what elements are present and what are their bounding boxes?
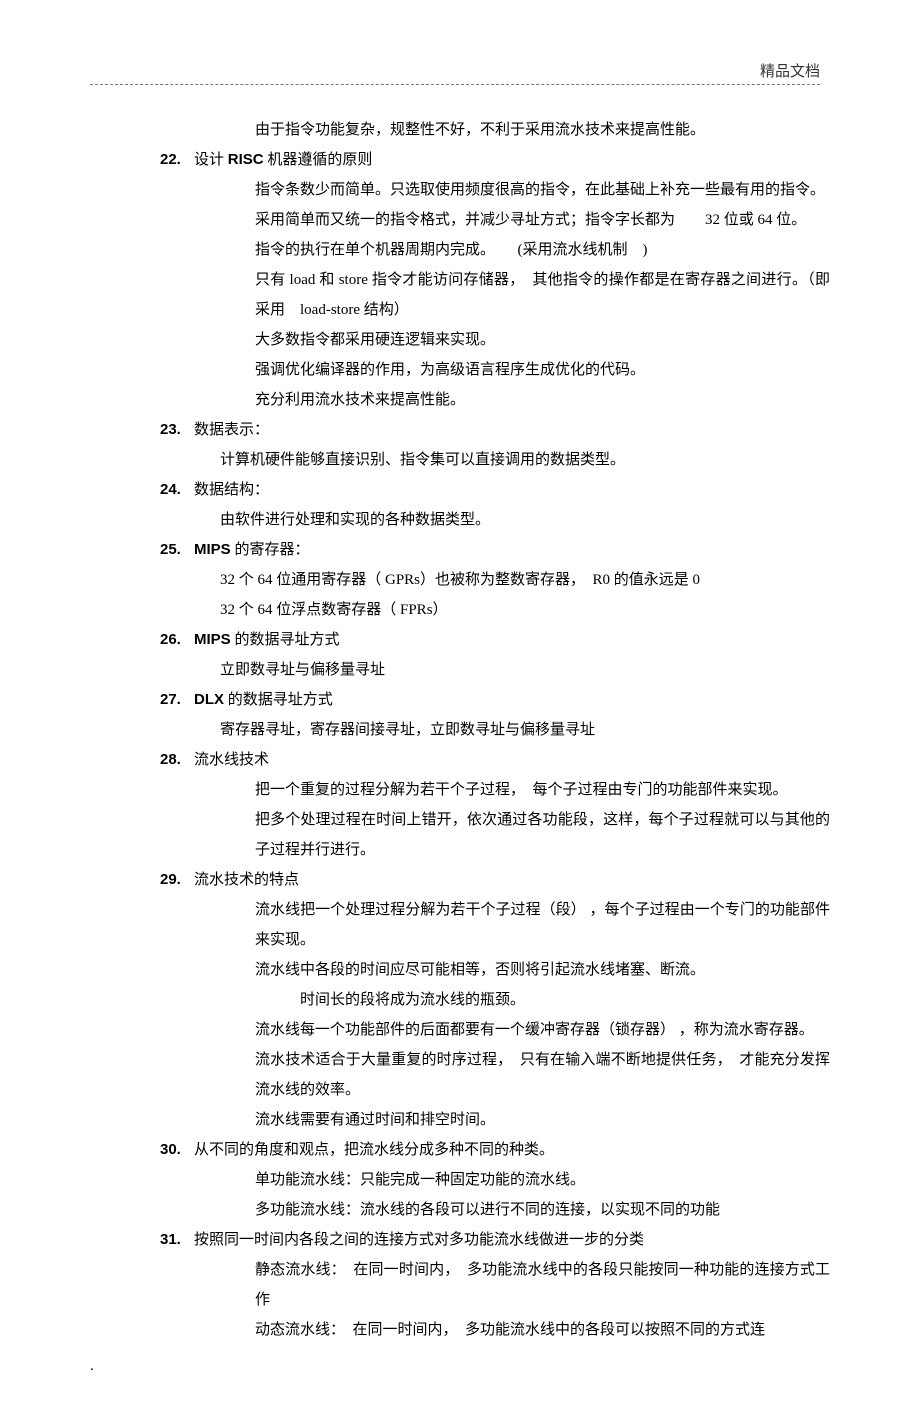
- item-title: 数据表示：: [194, 415, 830, 445]
- item-title: 数据结构：: [194, 475, 830, 505]
- item-22-heading: 22. 设计 RISC 机器遵循的原则: [90, 145, 830, 175]
- item-body-line: 多功能流水线：流水线的各段可以进行不同的连接，以实现不同的功能: [255, 1195, 830, 1225]
- header-divider: [90, 84, 820, 85]
- item-title: 流水线技术: [194, 745, 830, 775]
- item-number: 25.: [160, 535, 190, 565]
- item-body-line: 指令的执行在单个机器周期内完成。 (采用流水线机制 ): [255, 235, 830, 265]
- item-body-line: 静态流水线： 在同一时间内， 多功能流水线中的各段只能按同一种功能的连接方式工作: [255, 1255, 830, 1315]
- item-body-line: 立即数寻址与偏移量寻址: [220, 655, 830, 685]
- item-number: 28.: [160, 745, 190, 775]
- item-number: 26.: [160, 625, 190, 655]
- item-number: 30.: [160, 1135, 190, 1165]
- item-body-line: 流水线需要有通过时间和排空时间。: [255, 1105, 830, 1135]
- item-24-heading: 24. 数据结构：: [90, 475, 830, 505]
- item-body-line: 充分利用流水技术来提高性能。: [255, 385, 830, 415]
- item-title: 按照同一时间内各段之间的连接方式对多功能流水线做进一步的分类: [194, 1225, 830, 1255]
- pre-text-line: 由于指令功能复杂，规整性不好，不利于采用流水技术来提高性能。: [255, 115, 830, 145]
- item-number: 24.: [160, 475, 190, 505]
- item-body-line: 流水线每一个功能部件的后面都要有一个缓冲寄存器（锁存器） ，称为流水寄存器。: [255, 1015, 830, 1045]
- item-body-line: 把一个重复的过程分解为若干个子过程， 每个子过程由专门的功能部件来实现。: [255, 775, 830, 805]
- title-bold: MIPS: [194, 631, 231, 648]
- item-31-heading: 31. 按照同一时间内各段之间的连接方式对多功能流水线做进一步的分类: [90, 1225, 830, 1255]
- item-body-line: 单功能流水线：只能完成一种固定功能的流水线。: [255, 1165, 830, 1195]
- title-post: 的数据寻址方式: [231, 632, 340, 648]
- item-number: 27.: [160, 685, 190, 715]
- item-body-line: 32 个 64 位通用寄存器（ GPRs）也被称为整数寄存器， R0 的值永远是…: [220, 565, 830, 595]
- item-23-heading: 23. 数据表示：: [90, 415, 830, 445]
- item-26-heading: 26. MIPS 的数据寻址方式: [90, 625, 830, 655]
- item-body-line: 只有 load 和 store 指令才能访问存储器， 其他指令的操作都是在寄存器…: [255, 265, 830, 325]
- item-body-line: 32 个 64 位浮点数寄存器（ FPRs）: [220, 595, 830, 625]
- footer-dot: .: [90, 1358, 94, 1375]
- item-body-line: 强调优化编译器的作用，为高级语言程序生成优化的代码。: [255, 355, 830, 385]
- title-pre: 设计: [194, 152, 228, 168]
- item-title: 从不同的角度和观点，把流水线分成多种不同的种类。: [194, 1135, 830, 1165]
- item-number: 22.: [160, 145, 190, 175]
- item-title: 设计 RISC 机器遵循的原则: [194, 145, 830, 175]
- item-29-heading: 29. 流水技术的特点: [90, 865, 830, 895]
- item-body-line: 寄存器寻址，寄存器间接寻址，立即数寻址与偏移量寻址: [220, 715, 830, 745]
- item-body-line: 大多数指令都采用硬连逻辑来实现。: [255, 325, 830, 355]
- item-30-heading: 30. 从不同的角度和观点，把流水线分成多种不同的种类。: [90, 1135, 830, 1165]
- item-27-heading: 27. DLX 的数据寻址方式: [90, 685, 830, 715]
- title-post: 的数据寻址方式: [224, 692, 333, 708]
- item-title: 流水技术的特点: [194, 865, 830, 895]
- title-bold: DLX: [194, 691, 224, 708]
- title-post: 机器遵循的原则: [264, 152, 373, 168]
- item-title: MIPS 的寄存器：: [194, 535, 830, 565]
- item-body-line: 由软件进行处理和实现的各种数据类型。: [220, 505, 830, 535]
- item-title: MIPS 的数据寻址方式: [194, 625, 830, 655]
- title-post: 的寄存器：: [231, 542, 310, 558]
- item-body-line: 流水线中各段的时间应尽可能相等，否则将引起流水线堵塞、断流。: [255, 955, 830, 985]
- item-number: 23.: [160, 415, 190, 445]
- document-page: 精品文档 由于指令功能复杂，规整性不好，不利于采用流水技术来提高性能。 22. …: [0, 0, 920, 1405]
- item-28-heading: 28. 流水线技术: [90, 745, 830, 775]
- item-body-line: 指令条数少而简单。只选取使用频度很高的指令，在此基础上补充一些最有用的指令。: [255, 175, 830, 205]
- header-quality-label: 精品文档: [760, 60, 820, 81]
- title-bold: RISC: [228, 151, 264, 168]
- item-body-line: 计算机硬件能够直接识别、指令集可以直接调用的数据类型。: [220, 445, 830, 475]
- document-body: 由于指令功能复杂，规整性不好，不利于采用流水技术来提高性能。 22. 设计 RI…: [90, 60, 830, 1345]
- item-body-line: 把多个处理过程在时间上错开，依次通过各功能段，这样，每个子过程就可以与其他的子过…: [255, 805, 830, 865]
- item-body-line: 动态流水线： 在同一时间内， 多功能流水线中的各段可以按照不同的方式连: [255, 1315, 830, 1345]
- item-body-line: 流水技术适合于大量重复的时序过程， 只有在输入端不断地提供任务， 才能充分发挥流…: [255, 1045, 830, 1105]
- title-bold: MIPS: [194, 541, 231, 558]
- item-body-line: 时间长的段将成为流水线的瓶颈。: [255, 985, 830, 1015]
- item-number: 31.: [160, 1225, 190, 1255]
- item-body-line: 流水线把一个处理过程分解为若干个子过程（段） ，每个子过程由一个专门的功能部件来…: [255, 895, 830, 955]
- item-25-heading: 25. MIPS 的寄存器：: [90, 535, 830, 565]
- item-title: DLX 的数据寻址方式: [194, 685, 830, 715]
- item-number: 29.: [160, 865, 190, 895]
- item-body-line: 采用简单而又统一的指令格式，并减少寻址方式；指令字长都为 32 位或 64 位。: [255, 205, 830, 235]
